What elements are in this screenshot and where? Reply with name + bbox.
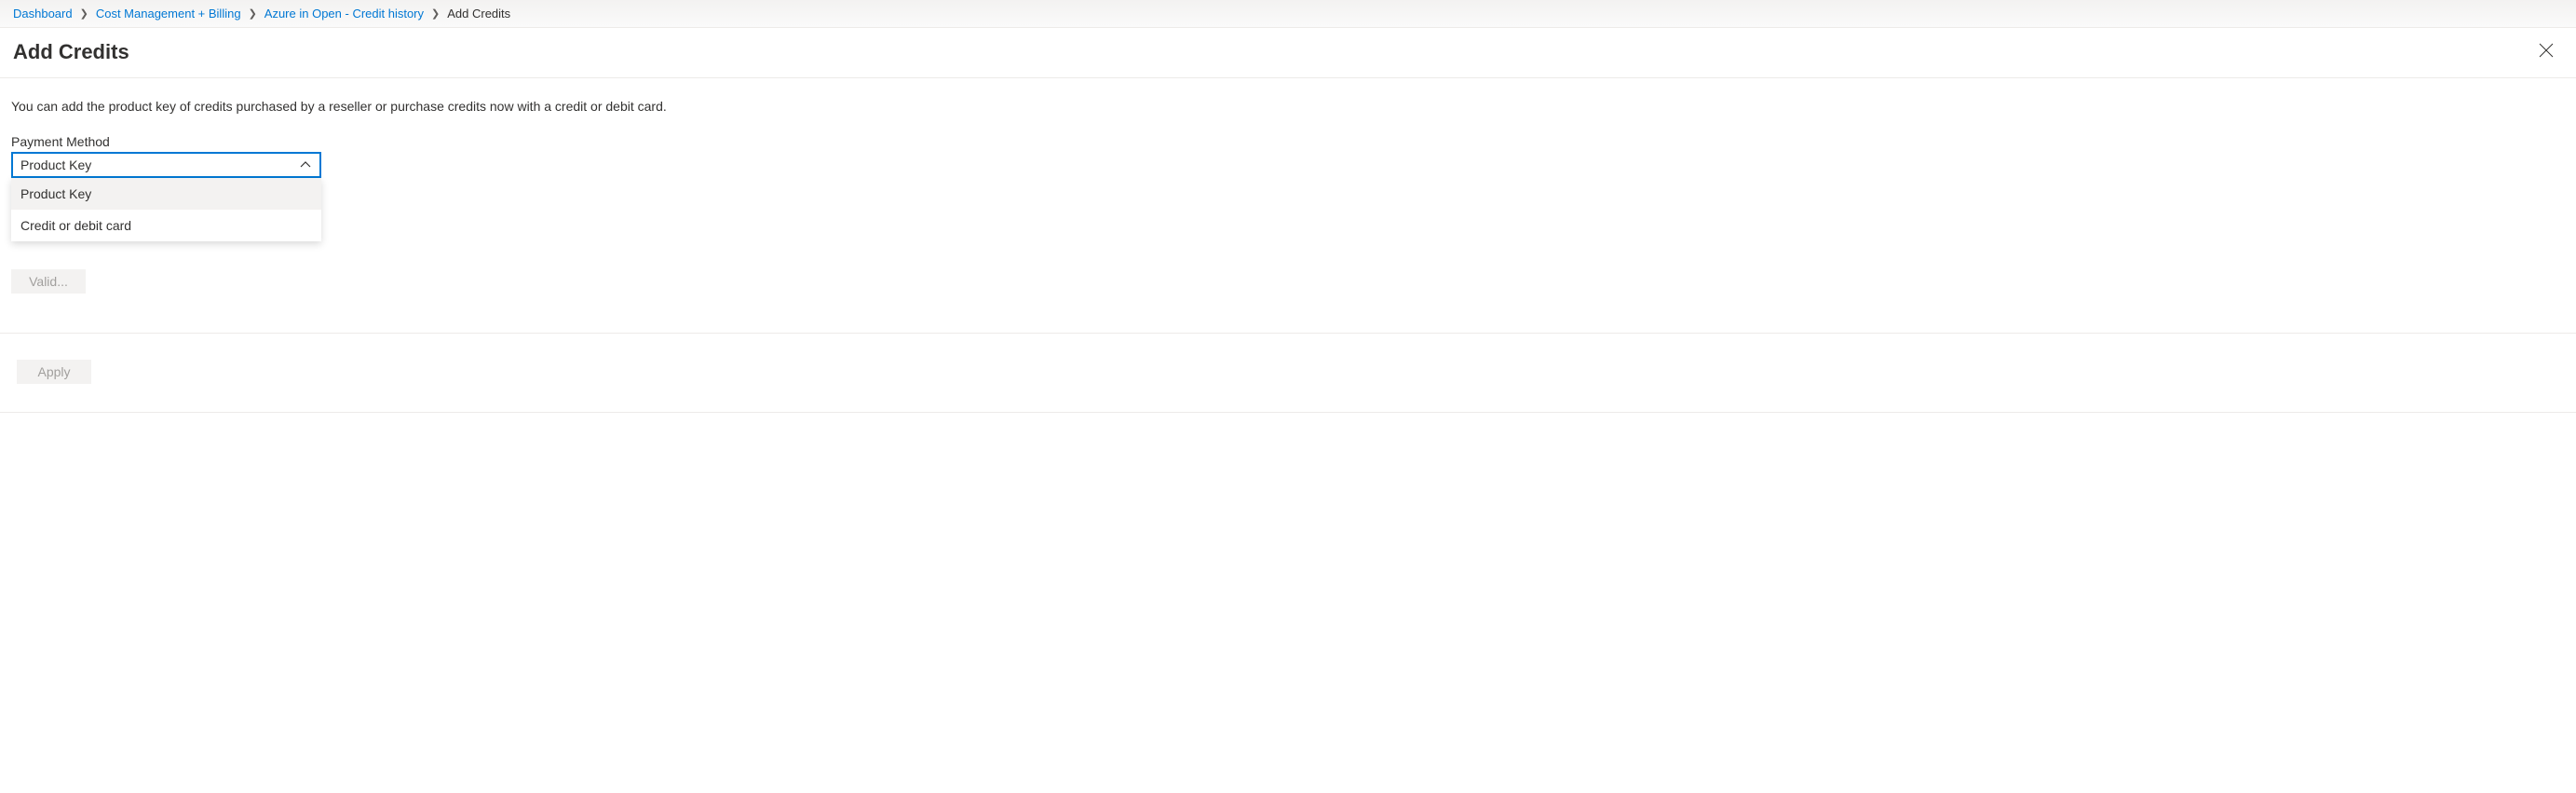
chevron-right-icon: ❯ bbox=[249, 7, 257, 20]
validate-button[interactable]: Valid... bbox=[11, 269, 86, 294]
breadcrumb-link-credit-history[interactable]: Azure in Open - Credit history bbox=[264, 7, 424, 21]
title-bar: Add Credits bbox=[0, 28, 2576, 78]
breadcrumb-link-dashboard[interactable]: Dashboard bbox=[13, 7, 73, 21]
payment-method-label: Payment Method bbox=[11, 134, 2565, 149]
breadcrumb: Dashboard ❯ Cost Management + Billing ❯ … bbox=[0, 0, 2576, 28]
close-button[interactable] bbox=[2535, 39, 2557, 64]
payment-method-options: Product Key Credit or debit card bbox=[11, 178, 321, 241]
apply-button[interactable]: Apply bbox=[17, 360, 91, 384]
chevron-right-icon: ❯ bbox=[431, 7, 440, 20]
page-title: Add Credits bbox=[13, 40, 129, 64]
option-credit-debit-card[interactable]: Credit or debit card bbox=[11, 210, 321, 241]
breadcrumb-link-cost-management[interactable]: Cost Management + Billing bbox=[96, 7, 241, 21]
chevron-up-icon bbox=[299, 158, 312, 171]
chevron-right-icon: ❯ bbox=[80, 7, 88, 20]
payment-method-dropdown: Product Key Product Key Credit or debit … bbox=[11, 152, 321, 178]
option-product-key[interactable]: Product Key bbox=[11, 178, 321, 210]
content-area: You can add the product key of credits p… bbox=[0, 78, 2576, 305]
footer-section: Apply bbox=[0, 333, 2576, 413]
breadcrumb-current: Add Credits bbox=[447, 7, 510, 21]
description-text: You can add the product key of credits p… bbox=[11, 99, 2565, 114]
payment-method-select[interactable]: Product Key bbox=[11, 152, 321, 178]
close-icon bbox=[2539, 43, 2554, 61]
payment-method-selected-value: Product Key bbox=[20, 157, 91, 172]
